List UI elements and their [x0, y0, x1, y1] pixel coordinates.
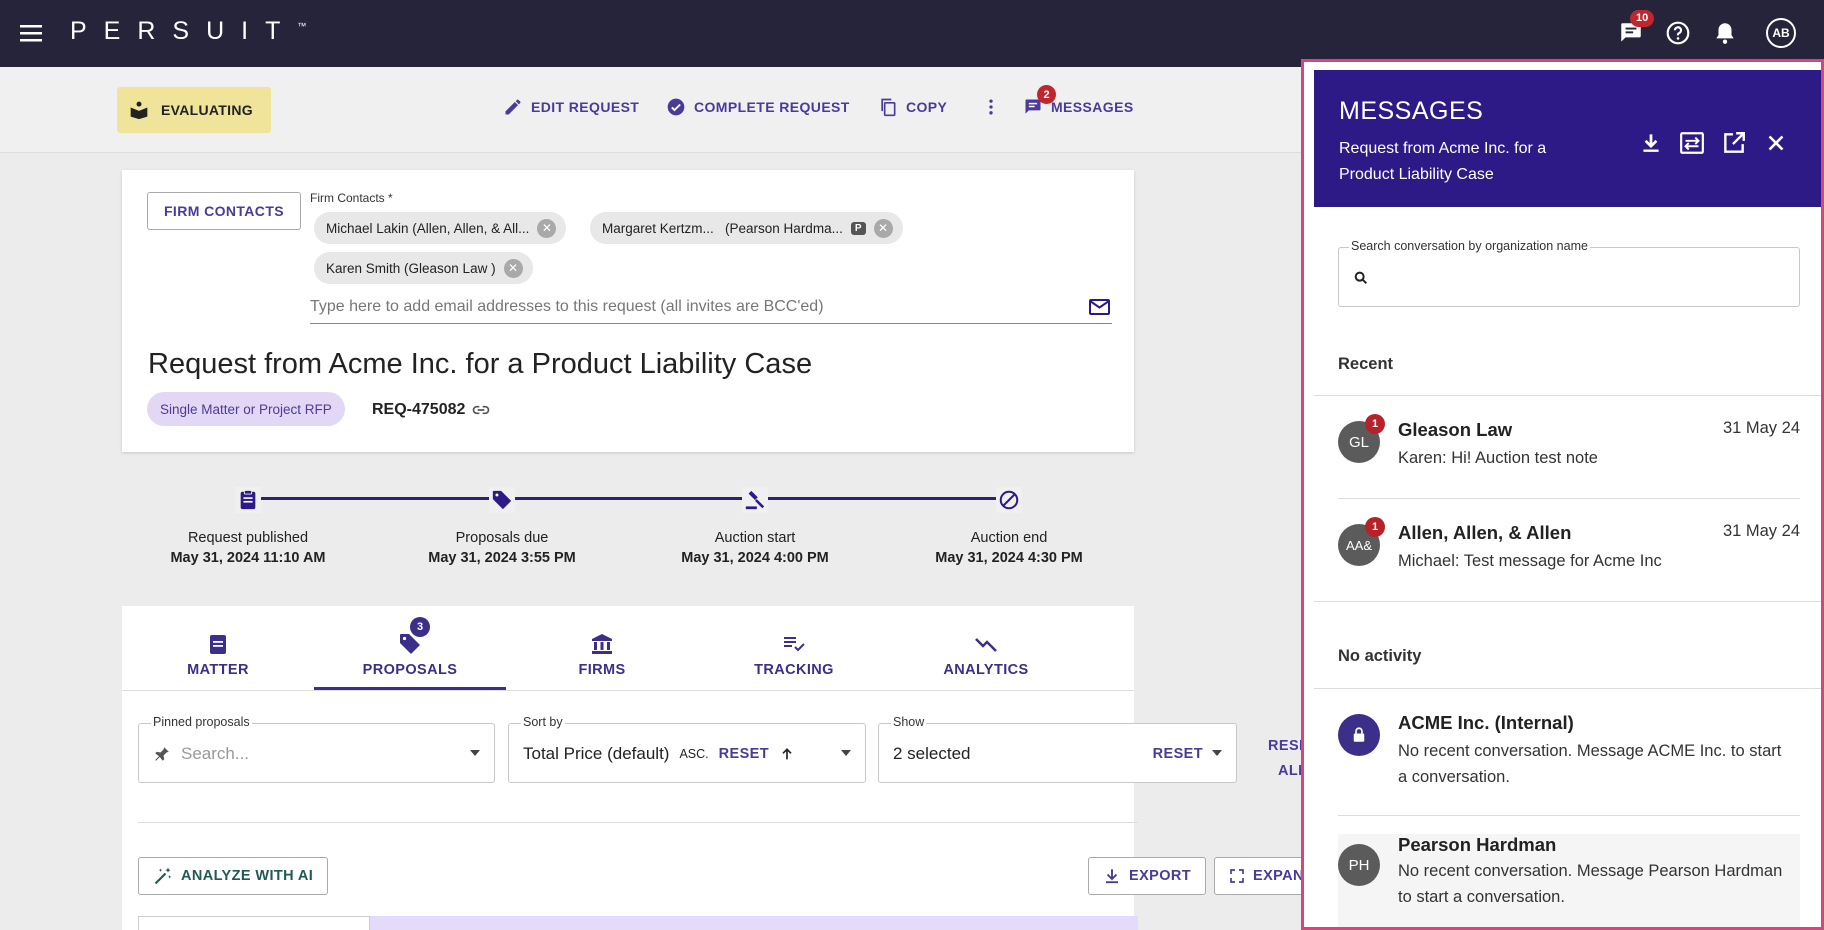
recent-section-title: Recent: [1338, 355, 1394, 373]
edit-request-button[interactable]: EDIT REQUEST: [503, 97, 639, 117]
tag-icon: [489, 487, 515, 513]
status-chip: EVALUATING: [117, 87, 271, 133]
messages-count-badge: 10: [1630, 10, 1655, 27]
copy-button[interactable]: COPY: [878, 97, 947, 117]
contact-chip: Margaret Kertzm... (Pearson Hardma... P …: [590, 212, 903, 244]
analyze-with-ai-button[interactable]: ANALYZE WITH AI: [138, 857, 329, 895]
sort-by-select[interactable]: Sort by Total Price (default) ASC. RESET: [508, 715, 866, 783]
search-icon: [1353, 270, 1369, 286]
tab-tracking[interactable]: TRACKING: [698, 624, 890, 678]
conversation-item[interactable]: PH Pearson Hardman No recent conversatio…: [1338, 834, 1800, 927]
magic-wand-icon: [153, 866, 173, 886]
contact-chip: Michael Lakin (Allen, Allen, & All... ✕: [314, 212, 567, 244]
open-external-icon[interactable]: [1721, 130, 1747, 156]
messages-panel-subtitle: Request from Acme Inc. for a Product Lia…: [1339, 140, 1547, 183]
contact-chip: Karen Smith (Gleason Law ) ✕: [314, 252, 533, 284]
remove-chip-icon[interactable]: ✕: [503, 258, 523, 278]
sort-reset-button[interactable]: RESET: [719, 746, 769, 762]
divider: [1338, 815, 1800, 816]
timeline-step: Request published May 31, 2024 11:10 AM: [170, 530, 326, 566]
bank-icon: [590, 632, 614, 656]
request-title: Request from Acme Inc. for a Product Lia…: [148, 348, 813, 380]
dropdown-arrow-icon[interactable]: [470, 750, 480, 756]
show-select[interactable]: Show 2 selected RESET: [878, 715, 1237, 783]
remove-chip-icon[interactable]: ✕: [873, 218, 893, 238]
messages-panel-title: MESSAGES: [1339, 97, 1484, 125]
proposals-count-badge: 3: [410, 617, 430, 637]
dropdown-arrow-icon[interactable]: [1212, 750, 1222, 756]
lock-icon: [1338, 714, 1380, 756]
request-type-chip: Single Matter or Project RFP: [147, 392, 345, 426]
messages-panel-header: MESSAGES Request from Acme Inc. for a Pr…: [1314, 70, 1821, 207]
messages-count-badge: 2: [1037, 85, 1056, 104]
conversation-search-input[interactable]: Search conversation by organization name: [1338, 239, 1800, 307]
avatar: PH: [1338, 844, 1380, 886]
notifications-bell-icon[interactable]: [1712, 20, 1738, 46]
user-avatar[interactable]: AB: [1766, 18, 1796, 48]
clipboard-icon: [206, 632, 230, 656]
proposals-section: MATTER PROPOSALS 3 FIRMS TRACKING ANALYT…: [122, 606, 1318, 930]
arrow-up-icon[interactable]: [779, 746, 795, 762]
filters-divider: [138, 822, 1138, 823]
persuit-logo[interactable]: PERSUIT™: [70, 17, 306, 46]
link-icon[interactable]: [471, 400, 491, 420]
tabs-divider: [122, 690, 1134, 691]
conversation-item[interactable]: AA& 1 Allen, Allen, & Allen 31 May 24 Mi…: [1338, 514, 1800, 594]
hamburger-menu-icon[interactable]: [20, 22, 44, 44]
request-id: REQ-475082: [372, 400, 491, 420]
firm-contacts-button[interactable]: FIRM CONTACTS: [147, 192, 301, 230]
checklist-icon: [782, 632, 806, 656]
more-options-icon[interactable]: [981, 97, 1001, 117]
help-icon[interactable]: [1665, 20, 1691, 46]
proposals-table-cell: [138, 916, 370, 930]
send-email-icon[interactable]: [1088, 296, 1112, 320]
timeline-step: Auction start May 31, 2024 4:00 PM: [681, 530, 829, 566]
divider: [1338, 498, 1800, 499]
no-activity-section-title: No activity: [1338, 647, 1422, 665]
export-button[interactable]: EXPORT: [1088, 857, 1207, 895]
dropdown-arrow-icon[interactable]: [841, 750, 851, 756]
pin-icon: [153, 745, 171, 763]
show-reset-button[interactable]: RESET: [1153, 746, 1203, 762]
pencil-icon: [503, 97, 523, 117]
close-icon[interactable]: [1763, 130, 1789, 156]
divider: [1314, 601, 1821, 602]
unread-badge: 1: [1365, 517, 1385, 537]
timeline-line: [250, 497, 1010, 500]
clipboard-icon: [235, 487, 261, 513]
complete-request-button[interactable]: COMPLETE REQUEST: [666, 97, 850, 117]
fullscreen-icon: [1229, 868, 1245, 884]
firm-contacts-label: Firm Contacts *: [310, 191, 393, 205]
tab-analytics[interactable]: ANALYTICS: [890, 624, 1082, 678]
book-reader-icon: [129, 100, 149, 120]
primary-contact-tag: P: [850, 221, 866, 235]
copy-icon: [878, 97, 898, 117]
conversation-item[interactable]: ACME Inc. (Internal) No recent conversat…: [1338, 704, 1800, 804]
tab-matter[interactable]: MATTER: [122, 624, 314, 678]
request-card: FIRM CONTACTS Firm Contacts * Michael La…: [122, 170, 1134, 452]
conversation-item[interactable]: GL 1 Gleason Law 31 May 24 Karen: Hi! Au…: [1338, 411, 1800, 491]
unread-badge: 1: [1365, 414, 1385, 434]
remove-chip-icon[interactable]: ✕: [537, 218, 557, 238]
download-icon: [1103, 867, 1121, 885]
timeline-step: Auction end May 31, 2024 4:30 PM: [935, 530, 1083, 566]
blocked-icon: [996, 487, 1022, 513]
expand-button[interactable]: EXPAND: [1214, 857, 1304, 895]
top-navigation-bar: PERSUIT™ 10 AB: [0, 0, 1824, 67]
email-invite-input[interactable]: Type here to add email addresses to this…: [310, 290, 1112, 324]
trend-icon: [974, 632, 998, 656]
gavel-icon: [742, 487, 768, 513]
timeline-step: Proposals due May 31, 2024 3:55 PM: [428, 530, 576, 566]
messages-panel: MESSAGES Request from Acme Inc. for a Pr…: [1301, 59, 1824, 930]
tab-proposals[interactable]: PROPOSALS: [314, 624, 506, 678]
divider: [1314, 395, 1821, 396]
divider: [1314, 688, 1821, 689]
swap-panel-icon[interactable]: [1679, 130, 1705, 156]
download-icon[interactable]: [1638, 130, 1664, 156]
pinned-proposals-select[interactable]: Pinned proposals Search...: [138, 715, 495, 783]
tab-firms[interactable]: FIRMS: [506, 624, 698, 678]
check-badge-icon: [666, 97, 686, 117]
